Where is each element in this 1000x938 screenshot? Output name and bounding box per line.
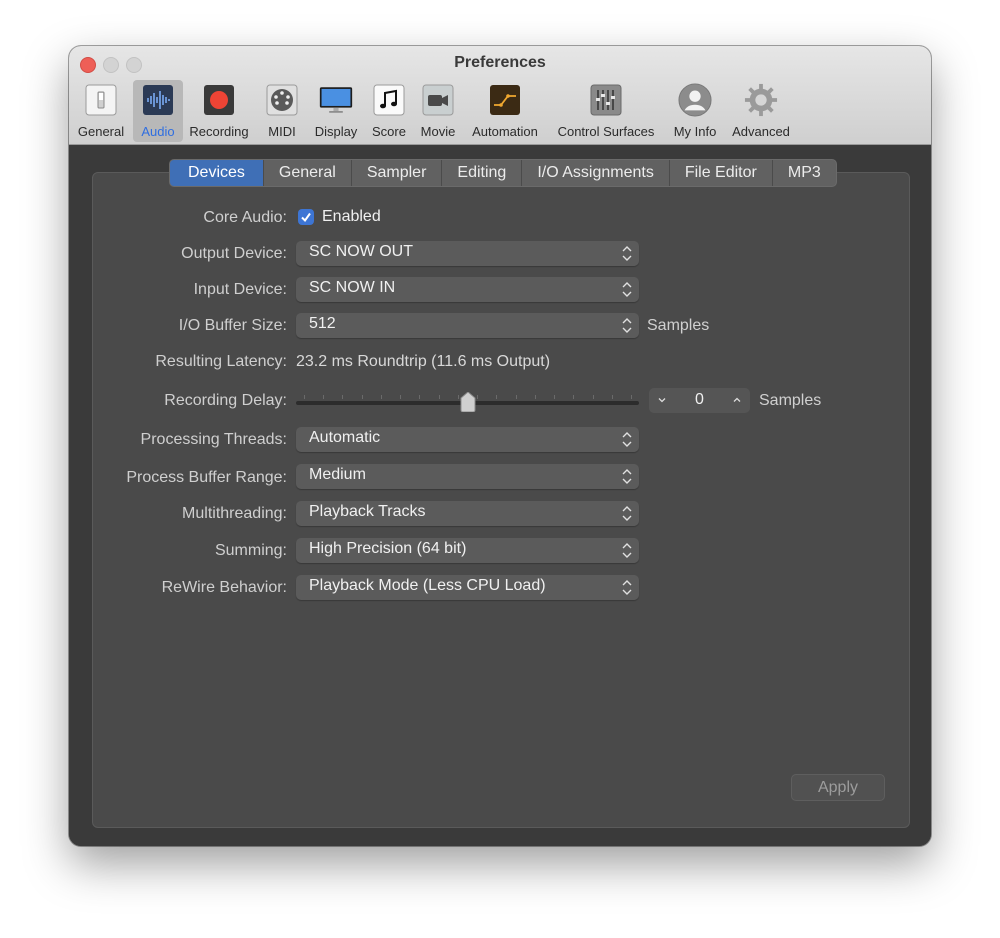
record-icon: [202, 83, 236, 117]
updown-chevron-icon: [622, 469, 632, 484]
summing-value: High Precision (64 bit): [309, 540, 467, 557]
general-switch-icon: [84, 83, 118, 117]
tab-mp3[interactable]: MP3: [773, 160, 836, 186]
slider-tick: [554, 395, 556, 399]
user-avatar-icon: [678, 83, 712, 117]
toolbar-movie[interactable]: Movie: [415, 80, 461, 142]
preferences-window: Preferences General Audio Recording MIDI: [69, 46, 931, 846]
toolbar-general[interactable]: General: [73, 80, 129, 142]
slider-tick: [419, 395, 421, 399]
recording-delay-unit: Samples: [759, 392, 822, 409]
apply-button[interactable]: Apply: [791, 774, 885, 801]
multithreading-label: Multithreading:: [182, 505, 287, 522]
toolbar-advanced[interactable]: Advanced: [727, 80, 795, 142]
slider-tick: [323, 395, 325, 399]
io-buffer-unit: Samples: [647, 317, 710, 334]
toolbar-recording[interactable]: Recording: [185, 80, 253, 142]
chevron-up-icon[interactable]: [731, 394, 743, 406]
updown-chevron-icon: [622, 318, 632, 333]
io-buffer-size-value: 512: [309, 315, 336, 332]
process-buffer-range-label: Process Buffer Range:: [126, 469, 287, 486]
checkmark-icon: [301, 212, 311, 223]
slider-tick: [573, 395, 575, 399]
rewire-behavior-label: ReWire Behavior:: [161, 579, 287, 596]
toolbar-audio[interactable]: Audio: [133, 80, 183, 142]
automation-curve-icon: [488, 83, 522, 117]
audio-waveform-icon: [141, 83, 175, 117]
music-note-icon: [372, 83, 406, 117]
title-bar: Preferences General Audio Recording MIDI: [69, 46, 931, 145]
gear-icon: [744, 83, 778, 117]
processing-threads-value: Automatic: [309, 429, 381, 446]
tab-sampler[interactable]: Sampler: [352, 160, 443, 186]
process-buffer-range-value: Medium: [309, 466, 366, 483]
tab-io-assignments[interactable]: I/O Assignments: [522, 160, 670, 186]
resulting-latency-label: Resulting Latency:: [155, 353, 287, 370]
toolbar-display[interactable]: Display: [311, 80, 361, 142]
slider-tick: [361, 395, 363, 399]
display-monitor-icon: [319, 83, 353, 117]
slider-tick: [611, 395, 613, 399]
toolbar-midi[interactable]: MIDI: [257, 80, 307, 142]
tab-file-editor[interactable]: File Editor: [670, 160, 773, 186]
multithreading-value: Playback Tracks: [309, 503, 426, 520]
slider-tick: [496, 395, 498, 399]
resulting-latency-value: 23.2 ms Roundtrip (11.6 ms Output): [296, 353, 551, 370]
output-device-popup[interactable]: SC NOW OUT: [296, 241, 639, 266]
midi-connector-icon: [265, 83, 299, 117]
updown-chevron-icon: [622, 432, 632, 447]
processing-threads-popup[interactable]: Automatic: [296, 427, 639, 452]
core-audio-enabled-label[interactable]: Enabled: [322, 208, 381, 226]
slider-tick: [592, 395, 594, 399]
updown-chevron-icon: [622, 282, 632, 297]
updown-chevron-icon: [622, 506, 632, 521]
recording-delay-slider-thumb[interactable]: [459, 392, 477, 412]
devices-panel: [92, 172, 910, 828]
video-camera-icon: [421, 83, 455, 117]
recording-delay-stepper[interactable]: 0: [649, 388, 750, 413]
tab-bar: Devices General Sampler Editing I/O Assi…: [169, 159, 837, 187]
io-buffer-size-popup[interactable]: 512: [296, 313, 639, 338]
rewire-behavior-value: Playback Mode (Less CPU Load): [309, 577, 546, 594]
multithreading-popup[interactable]: Playback Tracks: [296, 501, 639, 526]
slider-tick: [342, 395, 344, 399]
updown-chevron-icon: [622, 543, 632, 558]
slider-tick: [457, 395, 459, 399]
slider-tick: [438, 395, 440, 399]
slider-tick: [515, 395, 517, 399]
rewire-behavior-popup[interactable]: Playback Mode (Less CPU Load): [296, 575, 639, 600]
input-device-value: SC NOW IN: [309, 279, 396, 296]
input-device-popup[interactable]: SC NOW IN: [296, 277, 639, 302]
summing-popup[interactable]: High Precision (64 bit): [296, 538, 639, 563]
process-buffer-range-popup[interactable]: Medium: [296, 464, 639, 489]
updown-chevron-icon: [622, 580, 632, 595]
tab-devices[interactable]: Devices: [170, 160, 264, 186]
summing-label: Summing:: [214, 542, 287, 559]
io-buffer-size-label: I/O Buffer Size:: [178, 317, 287, 334]
slider-tick: [534, 395, 536, 399]
output-device-value: SC NOW OUT: [309, 243, 413, 260]
window-title: Preferences: [454, 54, 546, 71]
output-device-label: Output Device:: [181, 245, 287, 262]
slider-tick: [477, 395, 479, 399]
tab-general[interactable]: General: [264, 160, 352, 186]
toolbar-score[interactable]: Score: [365, 80, 413, 142]
toolbar-my-info[interactable]: My Info: [667, 80, 723, 142]
recording-delay-label: Recording Delay:: [164, 392, 287, 409]
slider-tick: [631, 395, 632, 399]
control-surfaces-icon: [589, 83, 623, 117]
input-device-label: Input Device:: [193, 281, 287, 298]
slider-tick: [400, 395, 402, 399]
processing-threads-label: Processing Threads:: [140, 431, 287, 448]
tab-editing[interactable]: Editing: [442, 160, 523, 186]
updown-chevron-icon: [622, 246, 632, 261]
slider-tick: [304, 395, 305, 399]
core-audio-label: Core Audio:: [203, 209, 287, 226]
slider-tick: [380, 395, 382, 399]
core-audio-checkbox[interactable]: [298, 209, 314, 225]
toolbar-control-surfaces[interactable]: Control Surfaces: [549, 80, 663, 142]
toolbar-automation[interactable]: Automation: [465, 80, 545, 142]
